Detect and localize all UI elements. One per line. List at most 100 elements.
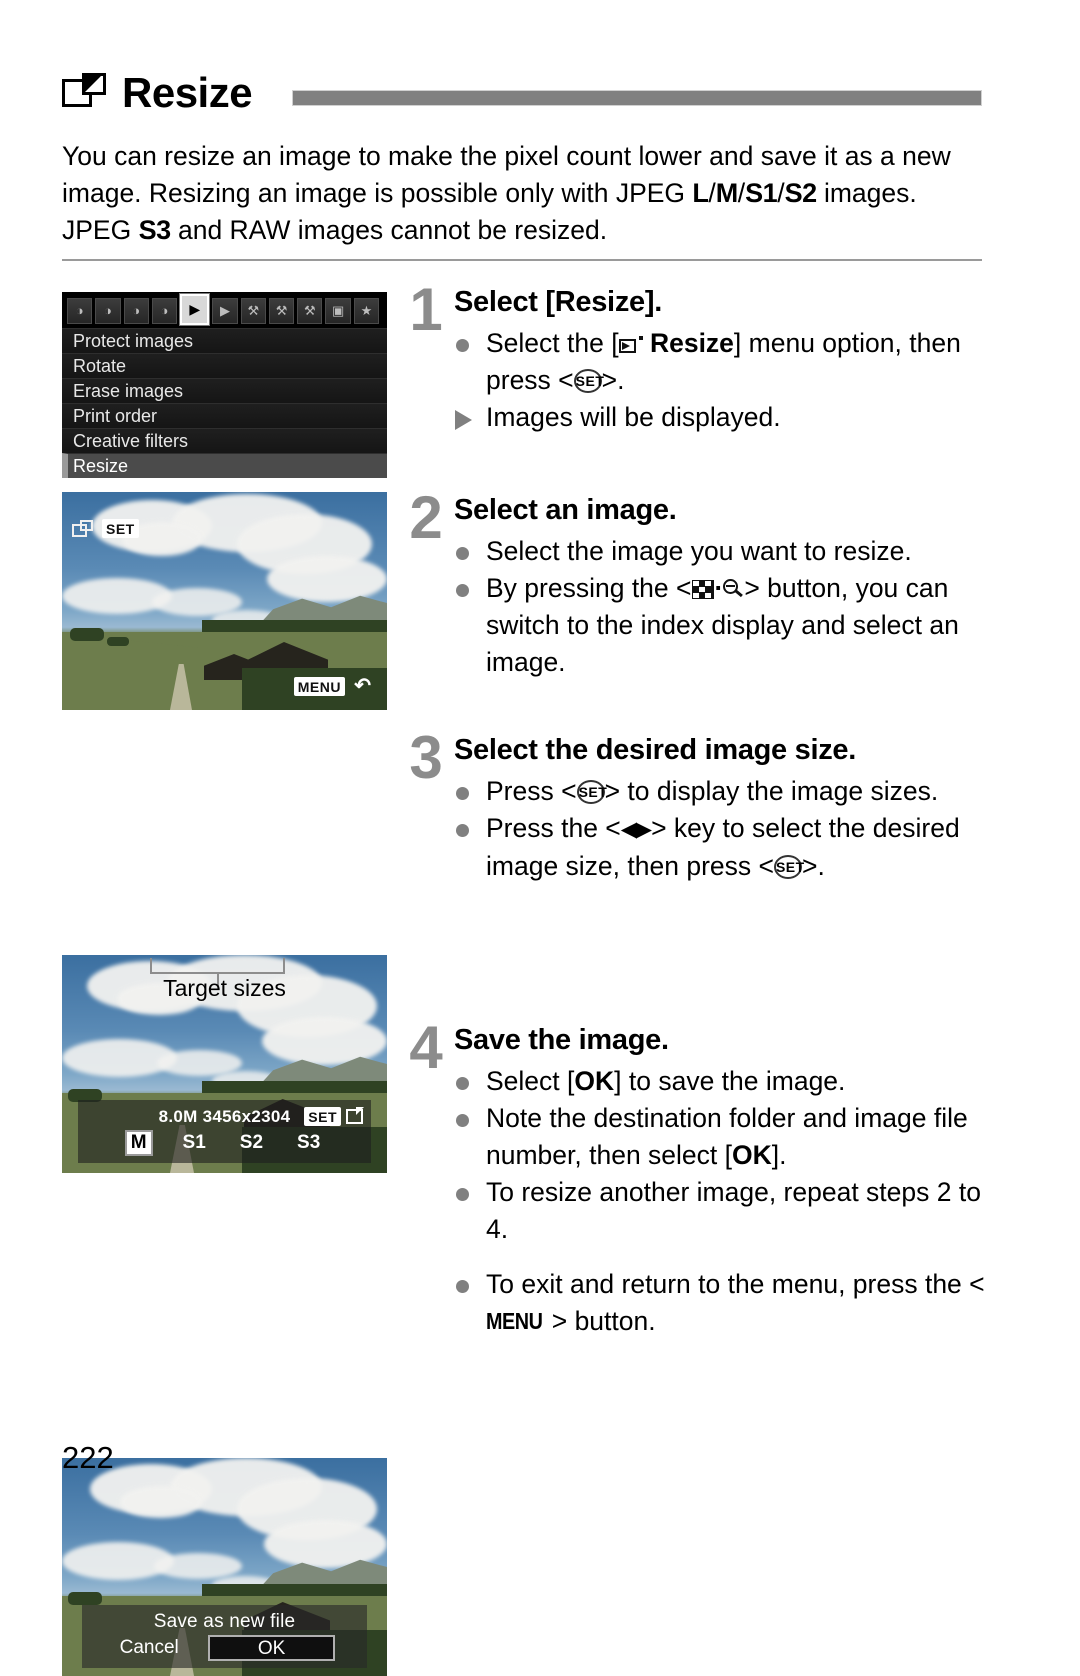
bullet-item: Press < SET> to display the image sizes. xyxy=(454,773,1002,810)
menu-tab[interactable]: ⚒ xyxy=(268,297,295,324)
size-options-row: M S1 S2 S3 xyxy=(78,1130,371,1156)
jpeg-size-s2: S2 xyxy=(784,178,818,208)
bullet-text-post: ]. xyxy=(771,1140,787,1170)
bullet-text: Select the [ Resize] menu option, then p… xyxy=(486,325,1002,399)
bullet-text-pre: Press the < xyxy=(486,813,621,843)
menu-tab[interactable]: ▣ xyxy=(325,297,351,324)
size-option-s3[interactable]: S3 xyxy=(293,1131,324,1155)
menu-tab[interactable]: ◑ xyxy=(67,297,93,324)
step-3: 3 Select the desired image size. Press <… xyxy=(402,728,1002,885)
bullet-text: Images will be displayed. xyxy=(486,402,781,432)
tab-icon: ⚒ xyxy=(247,303,260,318)
size-selection-overlay: 8.0M 3456x2304 SET M S1 S2 S3 xyxy=(78,1100,371,1163)
bullet-text: Press the <◀▶> key to select the desired… xyxy=(486,810,1002,885)
bullet-item: Press the <◀▶> key to select the desired… xyxy=(454,810,1002,885)
star-icon: ★ xyxy=(360,303,373,318)
step-number: 4 xyxy=(409,1014,443,1081)
bullet-dot-icon xyxy=(454,810,486,885)
return-arrow-icon: ↶ xyxy=(354,675,371,697)
intro-sep-3: / xyxy=(777,178,785,208)
menu-tab-playback-selected[interactable]: ▶ xyxy=(179,292,211,326)
menu-item-protect-images[interactable]: Protect images xyxy=(62,328,387,353)
set-button-icon: SET xyxy=(576,780,607,804)
intro-text-3: and RAW images cannot be resized. xyxy=(170,215,608,245)
ok-label: OK xyxy=(574,1066,615,1096)
menu-tab[interactable]: ▶ xyxy=(212,297,238,324)
bullet-text: To resize another image, repeat steps 2 … xyxy=(486,1177,981,1244)
bullet-text: Select the image you want to resize. xyxy=(486,536,912,566)
set-button-icon: SET xyxy=(573,369,604,393)
size-info-row: 8.0M 3456x2304 SET xyxy=(78,1106,371,1128)
bullet-text-pre: Select [ xyxy=(486,1066,575,1096)
size-option-s1[interactable]: S1 xyxy=(179,1131,210,1155)
jpeg-size-s1: S1 xyxy=(745,178,778,208)
cancel-button[interactable]: Cancel xyxy=(90,1637,208,1659)
ok-label: OK xyxy=(732,1140,772,1170)
tab-icon: ▶ xyxy=(219,303,230,318)
bullet-text: Press < SET> to display the image sizes. xyxy=(486,773,1002,810)
save-as-new-file-icon xyxy=(346,1107,364,1124)
menu-tab[interactable]: ◑ xyxy=(151,297,178,324)
size-option-m[interactable]: M xyxy=(124,1130,153,1156)
tab-icon: ⚒ xyxy=(304,303,316,318)
step-bullets: Press < SET> to display the image sizes. … xyxy=(454,773,1002,885)
bullet-item: To exit and return to the menu, press th… xyxy=(454,1266,1002,1340)
title-accent-bar xyxy=(292,90,982,106)
magnify-reduce-icon xyxy=(723,579,744,600)
menu-item-print-order[interactable]: Print order xyxy=(62,403,387,428)
tab-icon: ◑ xyxy=(75,303,84,318)
index-display-icon xyxy=(691,580,714,599)
bullet-dot-icon xyxy=(454,1063,486,1100)
bullet-text-post: > to display the image sizes. xyxy=(604,776,939,806)
bullet-text-bold: Resize xyxy=(649,328,734,358)
bullet-triangle-icon xyxy=(454,399,486,436)
jpeg-size-s3: S3 xyxy=(138,215,172,245)
jpeg-size-m: M xyxy=(715,178,739,208)
menu-item-rotate[interactable]: Rotate xyxy=(62,353,387,378)
jpeg-size-l: L xyxy=(692,178,709,208)
step-4: 4 Save the image. Select [OK] to save th… xyxy=(402,1018,1002,1340)
bullet-text: By pressing the < · > button, you can swit… xyxy=(486,573,959,677)
bullet-item: Images will be displayed. xyxy=(454,399,1002,436)
step-2: 2 Select an image. Select the image you … xyxy=(402,488,1002,681)
step-number: 1 xyxy=(409,276,443,343)
bullet-item: To resize another image, repeat steps 2 … xyxy=(454,1174,1002,1248)
tab-icon: ◑ xyxy=(132,303,141,318)
bullet-text-pre: Press < xyxy=(486,776,577,806)
ok-button[interactable]: OK xyxy=(208,1635,335,1661)
step-1: 1 Select [Resize]. Select the [ Resize] … xyxy=(402,280,1002,436)
image-select-screenshot: SET MENU ↶ xyxy=(62,492,387,710)
horizontal-divider xyxy=(62,259,982,261)
step-number: 2 xyxy=(409,484,443,551)
intro-sep-1: / xyxy=(708,178,716,208)
step-number: 3 xyxy=(409,724,443,791)
step-bullets: Select the image you want to resize. By … xyxy=(454,533,1002,681)
menu-tab[interactable]: ◑ xyxy=(123,297,149,324)
bullet-text-post: >. xyxy=(801,851,825,881)
dialog-buttons: Cancel OK xyxy=(82,1634,367,1662)
step-heading: Select [Resize]. xyxy=(454,286,662,318)
menu-item-creative-filters[interactable]: Creative filters xyxy=(62,428,387,453)
step-heading: Save the image. xyxy=(454,1024,669,1056)
bullet-text: Note the destination folder and image fi… xyxy=(486,1100,1002,1174)
menu-tab-my-menu[interactable]: ★ xyxy=(353,297,380,324)
bullet-item: Note the destination folder and image fi… xyxy=(454,1100,1002,1174)
bullet-item: Select the [ Resize] menu option, then p… xyxy=(454,325,1002,399)
intro-paragraph: You can resize an image to make the pixe… xyxy=(62,138,982,249)
megapixel-value: 8.0M xyxy=(158,1107,198,1126)
set-badge: SET xyxy=(102,519,139,538)
size-option-s2[interactable]: S2 xyxy=(236,1131,267,1155)
bullet-text-post: > button. xyxy=(551,1306,656,1336)
menu-item-erase-images[interactable]: Erase images xyxy=(62,378,387,403)
bullet-text-pre: Note the destination folder and image fi… xyxy=(486,1103,968,1170)
menu-tab[interactable]: ◑ xyxy=(95,297,121,324)
menu-tab-bar: ◑ ◑ ◑ ◑ ▶ ▶ ⚒ ⚒ ⚒ ▣ ★ xyxy=(62,292,387,328)
menu-badge: MENU xyxy=(293,677,345,696)
bullet-item: Select [OK] to save the image. xyxy=(454,1063,1002,1100)
bullet-item: Select the image you want to resize. xyxy=(454,533,1002,570)
menu-tab[interactable]: ⚒ xyxy=(297,297,323,324)
target-sizes-bracket xyxy=(150,958,285,974)
menu-tab[interactable]: ⚒ xyxy=(240,297,266,324)
menu-item-resize[interactable]: Resize xyxy=(62,453,387,478)
bullet-text-post: ] to save the image. xyxy=(614,1066,846,1096)
